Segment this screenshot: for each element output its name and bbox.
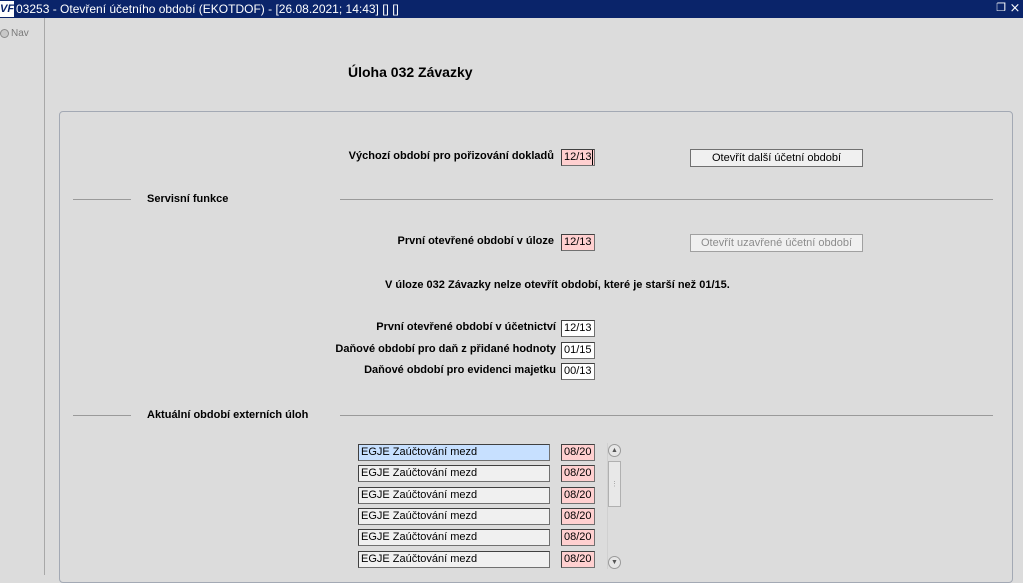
scroll-up-icon[interactable]: ▲ (608, 444, 621, 457)
vat-period-field[interactable]: 01/15 (561, 342, 595, 359)
scroll-thumb[interactable]: ⋮ (608, 461, 621, 507)
default-period-label: Výchozí období pro pořizování dokladů (348, 150, 554, 162)
open-next-period-button[interactable]: Otevřít další účetní období (690, 149, 863, 167)
external-task-period[interactable]: 08/20 (561, 444, 595, 461)
asset-period-label: Daňové období pro evidenci majetku (364, 364, 556, 376)
external-task-period[interactable]: 08/20 (561, 551, 595, 568)
separator (340, 199, 993, 200)
asset-period-field[interactable]: 00/13 (561, 363, 595, 380)
accounting-period-field[interactable]: 12/13 (561, 320, 595, 337)
first-open-period-field[interactable]: 12/13 (561, 234, 595, 251)
external-task-period[interactable]: 08/20 (561, 487, 595, 504)
external-task-period[interactable]: 08/20 (561, 508, 595, 525)
scroll-down-icon[interactable]: ▼ (608, 556, 621, 569)
window-title: 03253 - Otevření účetního období (EKOTDO… (16, 2, 399, 16)
text-caret (592, 150, 593, 165)
nav-label: Nav (11, 28, 29, 39)
external-section-title: Aktuální období externích úloh (147, 409, 309, 421)
external-task-period[interactable]: 08/20 (561, 465, 595, 482)
vat-period-label: Daňové období pro daň z přidané hodnoty (335, 343, 556, 355)
separator (73, 199, 131, 200)
external-task-name[interactable]: EGJE Zaúčtování mezd (358, 551, 550, 568)
external-task-name[interactable]: EGJE Zaúčtování mezd (358, 444, 550, 461)
first-open-period-label: První otevřené období v úloze (397, 235, 554, 247)
info-message: V úloze 032 Závazky nelze otevřít období… (385, 279, 730, 291)
nav-radio-icon (0, 28, 9, 38)
page-title: Úloha 032 Závazky (348, 64, 473, 80)
app-logo-icon: VF (0, 1, 15, 17)
external-task-name[interactable]: EGJE Zaúčtování mezd (358, 529, 550, 546)
nav-button[interactable]: Nav (0, 28, 29, 39)
left-pane: Nav (0, 18, 45, 575)
external-task-name[interactable]: EGJE Zaúčtování mezd (358, 487, 550, 504)
open-closed-period-button[interactable]: Otevřít uzavřené účetní období (690, 234, 863, 252)
accounting-period-label: První otevřené období v účetnictví (376, 321, 556, 333)
service-section-title: Servisní funkce (147, 193, 229, 205)
separator (340, 415, 993, 416)
external-task-name[interactable]: EGJE Zaúčtování mezd (358, 508, 550, 525)
separator (73, 415, 131, 416)
title-bar: VF 03253 - Otevření účetního období (EKO… (0, 0, 1023, 18)
external-task-name[interactable]: EGJE Zaúčtování mezd (358, 465, 550, 482)
close-icon[interactable]: ⨯ (1009, 1, 1021, 15)
external-task-period[interactable]: 08/20 (561, 529, 595, 546)
restore-icon[interactable]: ❐ (995, 2, 1007, 14)
default-period-field[interactable]: 12/13 (561, 149, 595, 166)
